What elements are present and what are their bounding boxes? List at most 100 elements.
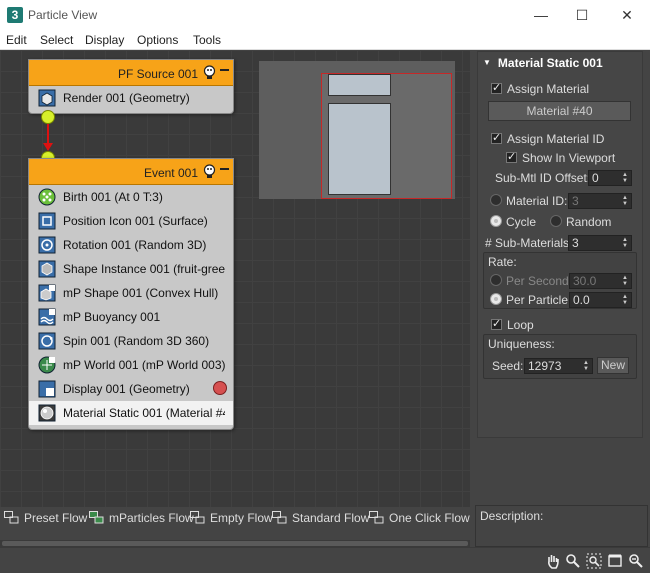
loop-label: Loop (507, 318, 534, 332)
spinner-arrows-icon[interactable]: ▲ ▼ (622, 294, 629, 306)
assign-material-id-label: Assign Material ID (507, 132, 605, 146)
scrollbar-thumb[interactable] (2, 541, 468, 546)
operator-label: mP Buoyancy 001 (63, 310, 161, 324)
depot-label: Empty Flow (210, 511, 273, 525)
material-button[interactable]: Material #40 (488, 101, 631, 121)
uniqueness-label: Uniqueness: (488, 337, 555, 351)
cycle-radio[interactable] (490, 215, 502, 227)
assign-material-checkbox[interactable] (491, 81, 502, 94)
lightbulb-icon[interactable] (203, 65, 216, 80)
zoom-region-icon[interactable] (586, 553, 602, 569)
cycle-label: Cycle (506, 215, 537, 229)
per-second-label: Per Second: (506, 274, 573, 288)
show-in-viewport-label: Show In Viewport (522, 151, 616, 165)
operator-row-mp-world[interactable]: mP World 001 (mP World 003) (29, 353, 233, 377)
status-bar (0, 547, 650, 573)
operator-row-mp-buoyancy[interactable]: mP Buoyancy 001 (29, 305, 233, 329)
depot-label: Standard Flow (292, 511, 370, 525)
seed-spinner[interactable]: 12973 ▲ ▼ (524, 358, 593, 374)
collapse-icon[interactable] (220, 168, 229, 170)
operator-row[interactable]: Render 001 (Geometry) (29, 86, 233, 110)
operator-label: Rotation 001 (Random 3D) (63, 238, 207, 252)
material-static-rollout: ▼ Material Static 001 Assign Material Mat… (477, 51, 643, 438)
description-label: Description: (480, 509, 544, 523)
assign-material-id-checkbox[interactable] (491, 131, 502, 144)
per-second-spinner[interactable]: 30.0 ▲ ▼ (569, 273, 632, 289)
output-connector[interactable] (41, 110, 55, 124)
menu-select[interactable]: Select (40, 33, 73, 47)
spinner-value: 30.0 (573, 274, 597, 288)
operator-row-mp-shape[interactable]: mP Shape 001 (Convex Hull) (29, 281, 233, 305)
per-second-radio[interactable] (490, 274, 502, 286)
operator-row-birth[interactable]: Birth 001 (At 0 T:3) (29, 185, 233, 209)
undo-zoom-icon[interactable] (628, 553, 644, 569)
per-particle-spinner[interactable]: 0.0 ▲ ▼ (569, 292, 632, 308)
collapse-icon[interactable] (220, 69, 229, 71)
operator-row-spin[interactable]: Spin 001 (Random 3D 360) (29, 329, 233, 353)
depot-mparticles-flow[interactable]: mParticles Flow (89, 511, 194, 525)
operator-row-display[interactable]: Display 001 (Geometry) (29, 377, 233, 401)
sub-mtl-offset-spinner[interactable]: 0 ▲ ▼ (588, 170, 632, 186)
minimize-button[interactable]: — (526, 4, 556, 26)
rollout-collapse-icon[interactable]: ▼ (483, 58, 491, 67)
operator-row-position[interactable]: Position Icon 001 (Surface) (29, 209, 233, 233)
new-seed-button[interactable]: New (597, 357, 629, 374)
display-color-swatch[interactable] (213, 381, 227, 395)
event-title: Event 001 (143, 166, 198, 180)
operator-row-rotation[interactable]: Rotation 001 (Random 3D) (29, 233, 233, 257)
random-radio[interactable] (550, 215, 562, 227)
spinner-arrows-icon[interactable]: ▲ ▼ (583, 360, 590, 372)
close-button[interactable]: ✕ (612, 4, 642, 26)
event-header[interactable]: Event 001 (29, 159, 233, 185)
material-preview (259, 61, 455, 199)
wire-arrow-icon (43, 143, 53, 151)
maximize-button[interactable]: ☐ (567, 4, 597, 26)
depot-preset-flow[interactable]: Preset Flow (4, 511, 87, 525)
render-icon (38, 89, 56, 107)
rollout-header[interactable]: ▼ Material Static 001 (483, 56, 603, 70)
operator-label: Birth 001 (At 0 T:3) (63, 190, 163, 204)
parameters-panel: ▼ Material Static 001 Assign Material Mat… (475, 50, 650, 510)
operator-row-shape-instance[interactable]: Shape Instance 001 (fruit-gree… (29, 257, 233, 281)
operator-row-material-static[interactable]: Material Static 001 (Material #40) (29, 401, 233, 425)
spinner-arrows-icon[interactable]: ▲ ▼ (622, 172, 629, 184)
depot-label: One Click Flow (389, 511, 470, 525)
event-node[interactable]: Event 001 Birth 001 (At 0 T:3) Position … (28, 158, 234, 430)
sub-materials-spinner[interactable]: 3 ▲ ▼ (568, 235, 632, 251)
zoom-icon[interactable] (565, 553, 581, 569)
operator-label: Spin 001 (Random 3D 360) (63, 334, 210, 348)
menu-tools[interactable]: Tools (193, 33, 221, 47)
spinner-arrows-icon[interactable]: ▲ ▼ (622, 195, 629, 207)
operator-label: mP World 001 (mP World 003) (63, 358, 225, 372)
spinner-value: 3 (572, 194, 579, 208)
rollout-title: Material Static 001 (497, 56, 603, 70)
random-label: Random (566, 215, 612, 229)
menu-edit[interactable]: Edit (6, 33, 27, 47)
material-id-spinner[interactable]: 3 ▲ ▼ (568, 193, 632, 209)
zoom-extents-icon[interactable] (607, 553, 623, 569)
per-particle-radio[interactable] (490, 293, 502, 305)
menu-options[interactable]: Options (137, 33, 178, 47)
rate-label: Rate: (488, 255, 517, 269)
material-static-icon (38, 404, 56, 422)
spinner-arrows-icon[interactable]: ▲ ▼ (622, 237, 629, 249)
spinner-value: 3 (572, 236, 579, 250)
material-id-radio[interactable] (490, 194, 502, 206)
spinner-arrows-icon[interactable]: ▲ ▼ (622, 275, 629, 287)
loop-checkbox[interactable] (491, 317, 502, 330)
pan-hand-icon[interactable] (545, 553, 561, 569)
depot-one-click-flow[interactable]: One Click Flow (369, 511, 470, 525)
spinner-value: 0 (592, 171, 599, 185)
show-in-viewport-checkbox[interactable] (506, 150, 517, 163)
display-icon (38, 380, 56, 398)
menu-display[interactable]: Display (85, 33, 124, 47)
lightbulb-icon[interactable] (203, 164, 216, 179)
operator-label: Position Icon 001 (Surface) (63, 214, 208, 228)
pf-source-node[interactable]: PF Source 001 Render 001 (Geometry) (28, 59, 234, 114)
pf-source-header[interactable]: PF Source 001 (29, 60, 233, 86)
depot-empty-flow[interactable]: Empty Flow (190, 511, 273, 525)
position-icon (38, 212, 56, 230)
sub-mtl-offset-label: Sub-Mtl ID Offset: (495, 171, 591, 185)
depot-scrollbar[interactable] (0, 540, 470, 547)
depot-standard-flow[interactable]: Standard Flow (272, 511, 369, 525)
